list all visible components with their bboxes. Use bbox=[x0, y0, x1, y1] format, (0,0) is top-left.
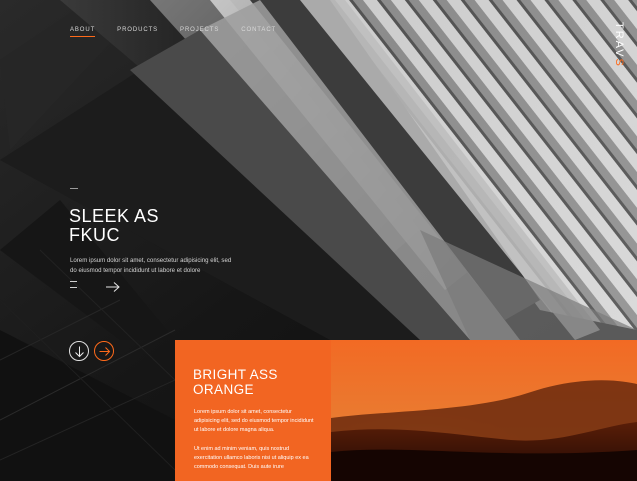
feature-title-line-2: ORANGE bbox=[193, 382, 254, 397]
hero-slider-controls bbox=[70, 281, 130, 295]
scroll-down-button[interactable] bbox=[69, 341, 89, 361]
hero-title-line-1: SLEEK AS bbox=[69, 206, 160, 226]
feature-body: Lorem ipsum dolor sit amet, consectetur … bbox=[194, 408, 318, 481]
feature-title: BRIGHT ASS ORANGE bbox=[193, 367, 323, 397]
page: ABOUT PRODUCTS PROJECTS CONTACT TRAVS SL… bbox=[0, 0, 637, 481]
feature-title-line-1: BRIGHT ASS bbox=[193, 367, 278, 382]
main-nav: ABOUT PRODUCTS PROJECTS CONTACT bbox=[70, 27, 298, 37]
desert-sunset-image bbox=[331, 340, 637, 481]
nav-link-contact[interactable]: CONTACT bbox=[241, 27, 276, 37]
feature-paragraph-1: Lorem ipsum dolor sit amet, consectetur … bbox=[194, 409, 314, 434]
brand-logo[interactable]: TRAVS bbox=[613, 22, 625, 68]
nav-link-about[interactable]: ABOUT bbox=[70, 27, 96, 37]
feature-paragraph-2: Ut enim ad minim veniam, quis nostrud ex… bbox=[194, 446, 309, 471]
nav-link-products[interactable]: PRODUCTS bbox=[117, 27, 158, 37]
brand-logo-accent: S bbox=[613, 58, 625, 68]
nav-link-projects[interactable]: PROJECTS bbox=[180, 27, 219, 37]
arrow-down-icon bbox=[75, 346, 84, 358]
brand-logo-text: TRAV bbox=[613, 22, 625, 59]
hero-title: SLEEK AS FKUC bbox=[69, 207, 209, 245]
arrow-right-circle-icon bbox=[99, 347, 111, 356]
hero-divider bbox=[70, 188, 78, 189]
arrow-right-icon[interactable] bbox=[105, 281, 121, 293]
feature-panel: BRIGHT ASS ORANGE Lorem ipsum dolor sit … bbox=[175, 340, 331, 481]
menu-lines-icon[interactable] bbox=[70, 281, 79, 291]
next-button[interactable] bbox=[94, 341, 114, 361]
hero-body: Lorem ipsum dolor sit amet, consectetur … bbox=[70, 257, 232, 274]
hero-title-line-2: FKUC bbox=[69, 225, 120, 245]
